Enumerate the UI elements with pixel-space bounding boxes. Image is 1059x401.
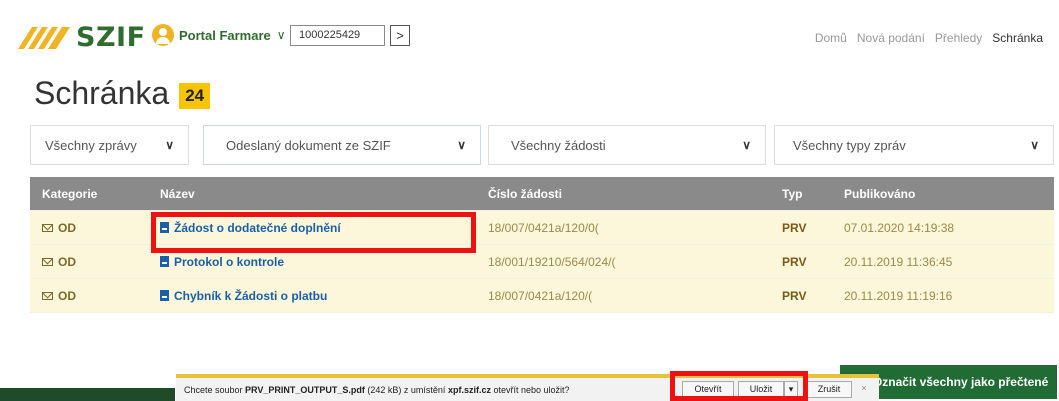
nav-home[interactable]: Domů — [815, 31, 847, 45]
cancel-button[interactable]: Zrušit — [806, 381, 852, 398]
chevron-down-icon: ∨ — [165, 138, 174, 152]
nav-new-submissions[interactable]: Nová podání — [857, 31, 925, 45]
filter-message-types[interactable]: Všechny typy zpráv ∨ — [774, 125, 1054, 165]
footer-band — [0, 388, 175, 401]
mark-all-read-label: Označit všechny jako přečtené — [872, 375, 1049, 389]
number-cell: 18/007/0421a/120/0( — [488, 220, 599, 235]
filter-applications[interactable]: Všechny žádosti ∨ — [488, 125, 766, 165]
message-link[interactable]: Protokol o kontrole — [174, 255, 284, 269]
message-link[interactable]: Chybník k Žádosti o platbu — [174, 289, 327, 303]
download-host: xpf.szif.cz — [447, 384, 491, 395]
category-cell: OD — [30, 221, 150, 235]
nav-overviews[interactable]: Přehledy — [935, 31, 982, 45]
page-title: Schránka — [34, 75, 170, 111]
chevron-down-icon: ∨ — [457, 138, 466, 152]
page-header: Schránka 24 — [34, 75, 211, 112]
download-suffix: otevřít nebo uložit? — [490, 384, 570, 395]
column-header-name[interactable]: Název — [150, 187, 480, 201]
portal-label: Portal Farmare — [179, 27, 271, 43]
nav-inbox[interactable]: Schránka — [992, 31, 1043, 45]
pdf-document-icon — [160, 289, 169, 301]
name-cell: Chybník k Žádosti o platbu — [150, 289, 480, 303]
name-cell: Protokol o kontrole — [150, 255, 480, 269]
user-avatar-icon — [152, 24, 174, 46]
column-header-number[interactable]: Číslo žádosti — [480, 187, 774, 201]
logo-text: SZIF — [76, 22, 146, 53]
category-cell: OD — [30, 289, 150, 303]
highlight-box — [670, 371, 808, 401]
chevron-down-icon: ∨ — [1030, 138, 1039, 152]
column-header-published[interactable]: Publikováno — [836, 187, 1054, 201]
number-cell: 18/001/19210/564/024/( — [488, 254, 616, 269]
published-cell: 07.01.2020 14:19:38 — [844, 220, 955, 235]
column-header-category[interactable]: Kategorie — [30, 187, 150, 201]
column-header-type[interactable]: Typ — [774, 187, 836, 201]
number-cell: 18/007/0421a/120/( — [488, 288, 593, 303]
filter-label: Všechny typy zpráv — [793, 137, 906, 153]
go-button[interactable]: > — [390, 25, 410, 46]
subject-id-input[interactable]: 1000225429 — [290, 25, 385, 46]
download-filename: PRV_PRINT_OUTPUT_S.pdf — [245, 384, 365, 395]
published-cell: 20.11.2019 11:36:45 — [844, 254, 953, 269]
category-value: OD — [58, 288, 76, 303]
category-value: OD — [58, 254, 76, 269]
top-nav: Domů Nová podání Přehledy Schránka — [815, 31, 1043, 45]
envelope-icon — [42, 258, 53, 267]
type-cell: PRV — [782, 288, 807, 303]
chevron-down-icon: ∨ — [742, 138, 751, 152]
table-row[interactable]: OD Chybník k Žádosti o platbu 18/007/042… — [30, 279, 1054, 313]
download-message: Chcete soubor PRV_PRINT_OUTPUT_S.pdf (24… — [184, 385, 570, 395]
szif-logo[interactable]: SZIF — [18, 22, 146, 53]
filter-document-source[interactable]: Odeslaný dokument ze SZIF ∨ — [203, 125, 481, 165]
type-cell: PRV — [782, 254, 807, 269]
filter-messages[interactable]: Všechny zprávy ∨ — [30, 125, 189, 165]
published-cell: 20.11.2019 11:19:16 — [844, 288, 953, 303]
type-cell: PRV — [782, 220, 807, 235]
category-value: OD — [58, 220, 76, 235]
unread-count-badge: 24 — [179, 82, 211, 109]
portal-menu[interactable]: Portal Farmare ∨ — [152, 24, 286, 46]
top-bar: SZIF Portal Farmare ∨ 1000225429 > Domů … — [0, 0, 1059, 70]
category-cell: OD — [30, 255, 150, 269]
logo-stripes-icon — [18, 26, 70, 49]
envelope-icon — [42, 224, 53, 233]
download-prefix: Chcete soubor — [184, 384, 246, 395]
filter-label: Všechny žádosti — [511, 137, 606, 153]
table-header-row: Kategorie Název Číslo žádosti Typ Publik… — [30, 177, 1054, 211]
envelope-icon — [42, 292, 53, 301]
filter-label: Odeslaný dokument ze SZIF — [226, 137, 391, 153]
pdf-document-icon — [160, 255, 169, 267]
filter-label: Všechny zprávy — [45, 137, 137, 153]
download-size: (242 kB) z umístění — [364, 384, 448, 395]
highlight-box — [151, 212, 476, 253]
chevron-down-icon: ∨ — [276, 28, 286, 42]
close-icon[interactable]: × — [856, 381, 872, 398]
